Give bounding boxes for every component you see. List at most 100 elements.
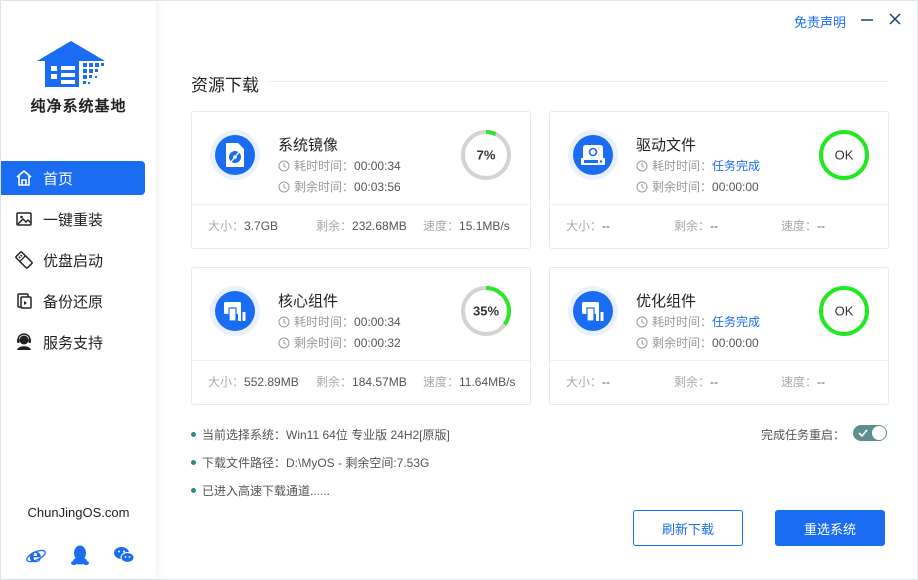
sidebar-item-label: 优盘启动 — [43, 252, 104, 270]
speed-stat: 速度：15.1MB/s — [423, 217, 510, 234]
speed-label: 速度： — [423, 375, 460, 389]
close-icon[interactable] — [887, 11, 903, 27]
elapsed-value: 任务完成 — [712, 315, 761, 329]
refresh-download-button[interactable]: 刷新下载 — [633, 510, 743, 546]
qq-icon[interactable] — [69, 544, 91, 566]
clock-icon — [636, 337, 648, 349]
speed-value: -- — [817, 375, 826, 389]
elapsed-row: 耗时时间： 00:00:34 — [278, 313, 401, 330]
size-stat: 大小：3.7GB — [208, 217, 278, 234]
bullet-icon — [191, 432, 196, 437]
remaining-row: 剩余时间： 00:00:32 — [278, 334, 401, 351]
size-value: 3.7GB — [244, 219, 279, 233]
elapsed-value: 任务完成 — [712, 159, 761, 173]
progress-ring: 7% — [461, 130, 511, 180]
size-stat: 大小：-- — [566, 373, 610, 390]
clock-icon — [636, 160, 648, 172]
left-label: 剩余： — [316, 375, 353, 389]
progress-text: OK — [835, 304, 854, 319]
reselect-system-button[interactable]: 重选系统 — [775, 510, 885, 546]
left-stat: 剩余：-- — [674, 373, 718, 390]
clock-icon — [278, 316, 290, 328]
sidebar-item-reinstall[interactable]: 一键重装 — [1, 202, 145, 236]
remaining-value: 00:00:00 — [712, 179, 759, 194]
left-label: 剩余： — [316, 219, 353, 233]
speed-value: 11.64MB/s — [459, 375, 516, 389]
elapsed-row: 耗时时间： 00:00:34 — [278, 157, 401, 174]
toggle-knob — [872, 426, 886, 440]
sidebar-item-label: 备份还原 — [43, 293, 104, 311]
social-links: e — [25, 544, 135, 566]
sidebar-item-label: 首页 — [43, 170, 74, 188]
clock-icon — [278, 181, 290, 193]
logo-icon — [37, 41, 105, 87]
sidebar-item-usb-boot[interactable]: 优盘启动 — [1, 243, 145, 277]
app-window: 纯净系统基地 首页 一键重装 优盘启动 备份还原 服务支持 ChunJingOS… — [0, 0, 918, 580]
clock-icon — [636, 316, 648, 328]
disc-image-icon — [215, 135, 255, 175]
left-stat: 剩余：-- — [674, 217, 718, 234]
size-label: 大小： — [208, 219, 245, 233]
sidebar-item-support[interactable]: 服务支持 — [1, 325, 145, 359]
wechat-icon[interactable] — [113, 544, 135, 566]
size-label: 大小： — [566, 375, 603, 389]
clock-icon — [278, 337, 290, 349]
elapsed-label: 耗时时间： — [652, 315, 713, 329]
home-icon — [14, 168, 34, 188]
progress-text: 7% — [477, 148, 496, 163]
card-title: 优化组件 — [636, 293, 697, 310]
sidebar-item-label: 一键重装 — [43, 211, 104, 229]
elapsed-row: 耗时时间： 任务完成 — [636, 157, 760, 174]
remaining-row: 剩余时间： 00:03:56 — [278, 178, 401, 195]
disclaimer-link[interactable]: 免责声明 — [794, 12, 846, 31]
card-title: 系统镜像 — [278, 137, 339, 154]
size-label: 大小： — [208, 375, 245, 389]
site-url: ChunJingOS.com — [27, 505, 130, 520]
info-channel: 已进入高速下载通道...... — [191, 482, 330, 499]
download-card: 核心组件 耗时时间： 00:00:34 剩余时间： 00:00:32 35% 大… — [191, 267, 531, 405]
hard-drive-icon-badge — [568, 130, 618, 180]
image-icon — [14, 209, 34, 229]
sidebar-item-label: 服务支持 — [43, 334, 104, 352]
speed-label: 速度： — [423, 219, 460, 233]
progress-text: OK — [835, 148, 854, 163]
card-title: 驱动文件 — [636, 137, 697, 154]
speed-stat: 速度：-- — [781, 373, 825, 390]
reboot-toggle[interactable] — [853, 425, 887, 441]
disc-image-icon-badge — [210, 130, 260, 180]
component-icon — [573, 291, 613, 331]
backup-icon — [14, 291, 34, 311]
size-label: 大小： — [566, 219, 603, 233]
remaining-row: 剩余时间： 00:00:00 — [636, 334, 759, 351]
speed-stat: 速度：11.64MB/s — [423, 373, 516, 390]
left-value: -- — [710, 375, 719, 389]
download-card: 驱动文件 耗时时间： 任务完成 剩余时间： 00:00:00 OK 大小：-- … — [549, 111, 889, 249]
ie-icon[interactable]: e — [25, 544, 47, 566]
sidebar-item-home[interactable]: 首页 — [1, 161, 145, 195]
component-icon-badge — [210, 286, 260, 336]
size-stat: 大小：-- — [566, 217, 610, 234]
current-system-text: 当前选择系统：Win11 64位 专业版 24H2[原版] — [202, 428, 450, 442]
elapsed-label: 耗时时间： — [652, 159, 713, 173]
left-label: 剩余： — [674, 375, 711, 389]
size-value: -- — [602, 375, 611, 389]
bullet-icon — [191, 460, 196, 465]
elapsed-label: 耗时时间： — [294, 315, 355, 329]
brand-name: 纯净系统基地 — [30, 98, 127, 115]
sidebar-nav: 首页 一键重装 优盘启动 备份还原 服务支持 — [1, 161, 156, 366]
left-value: 232.68MB — [352, 219, 407, 233]
download-path-text: 下载文件路径：D:\MyOS - 剩余空间:7.53G — [202, 456, 430, 470]
card-title: 核心组件 — [278, 293, 339, 310]
usb-drive-icon — [14, 250, 34, 270]
channel-text: 已进入高速下载通道...... — [202, 484, 331, 498]
left-stat: 剩余：232.68MB — [316, 217, 407, 234]
clock-icon — [636, 181, 648, 193]
card-divider — [550, 360, 888, 361]
info-download-path: 下载文件路径：D:\MyOS - 剩余空间:7.53G — [191, 454, 429, 471]
progress-ring: OK — [819, 130, 869, 180]
minimize-icon[interactable] — [859, 11, 875, 27]
component-icon-badge — [568, 286, 618, 336]
bullet-icon — [191, 488, 196, 493]
section-divider — [268, 81, 889, 82]
sidebar-item-backup[interactable]: 备份还原 — [1, 284, 145, 318]
